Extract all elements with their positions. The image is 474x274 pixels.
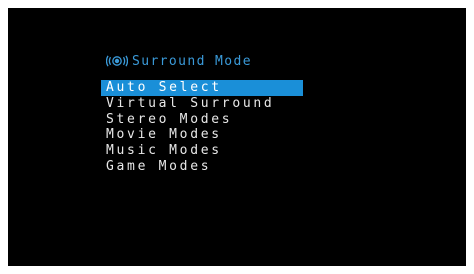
osd-screen: Surround Mode Auto Select Virtual Surrou…: [8, 8, 466, 266]
menu-item-virtual-surround[interactable]: Virtual Surround: [101, 96, 303, 112]
menu-item-stereo-modes[interactable]: Stereo Modes: [101, 112, 303, 128]
menu-item-game-modes[interactable]: Game Modes: [101, 159, 303, 175]
menu-title: Surround Mode: [132, 53, 252, 69]
menu-item-music-modes[interactable]: Music Modes: [101, 143, 303, 159]
menu-item-movie-modes[interactable]: Movie Modes: [101, 127, 303, 143]
surround-mode-menu: Auto Select Virtual Surround Stereo Mode…: [101, 80, 303, 175]
menu-item-auto-select[interactable]: Auto Select: [101, 80, 303, 96]
menu-header: Surround Mode: [106, 53, 252, 69]
surround-sound-icon: [106, 55, 128, 67]
